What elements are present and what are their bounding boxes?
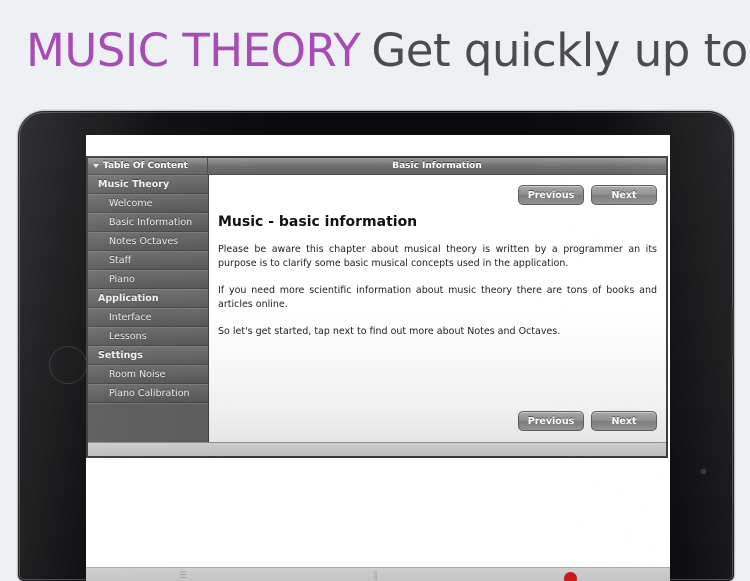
help-titlebar: Table Of Content Basic Information [88, 158, 666, 175]
sidebar-filler [88, 403, 208, 442]
sidebar-item-staff[interactable]: Staff [88, 251, 208, 270]
sidebar-item-piano-calibration[interactable]: Piano Calibration [88, 384, 208, 403]
sidebar-item-notes-octaves[interactable]: Notes Octaves [88, 232, 208, 251]
content-heading: Music - basic information [218, 214, 418, 230]
sidebar-group-music-theory: Music Theory [88, 175, 208, 194]
record-icon[interactable] [563, 572, 577, 581]
content-paragraph-3: So let's get started, tap next to find o… [218, 326, 561, 338]
sidebar-item-piano[interactable]: Piano [88, 270, 208, 289]
promo-banner: MUSIC THEORY Get quickly up to speed! [0, 0, 750, 100]
sidebar-item-interface[interactable]: Interface [88, 308, 208, 327]
previous-button-top[interactable]: Previous [518, 185, 584, 205]
toc-header[interactable]: Table Of Content [88, 158, 208, 174]
help-content-pane: Previous Next Music - basic information … [209, 175, 666, 442]
help-window-footer [88, 442, 666, 456]
sidebar-group-settings: Settings [88, 346, 208, 365]
triangle-down-icon [93, 164, 99, 168]
next-button-bottom[interactable]: Next [591, 411, 657, 431]
sidebar-item-lessons[interactable]: Lessons [88, 327, 208, 346]
help-window: Table Of Content Basic Information Music… [86, 156, 668, 458]
device-screen: Table Of Content Basic Information Music… [86, 135, 670, 581]
promo-title-rest: Get quickly up to speed! [371, 23, 750, 77]
content-paragraph-2: If you need more scientific information … [218, 285, 657, 311]
sidebar-group-application: Application [88, 289, 208, 308]
help-body: Music Theory Welcome Basic Information N… [88, 175, 666, 442]
nav-row-top: Previous Next [218, 175, 657, 205]
previous-button-bottom[interactable]: Previous [518, 411, 584, 431]
ipad-device-frame: Table Of Content Basic Information Music… [18, 111, 734, 581]
page-title: Basic Information [392, 161, 482, 171]
nav-row-bottom: Previous Next [518, 411, 657, 431]
list-icon[interactable]: ☰ [179, 572, 187, 581]
camera-icon [701, 469, 706, 474]
toc-header-label: Table Of Content [103, 161, 188, 171]
content-paragraph-1: Please be aware this chapter about music… [218, 244, 657, 270]
sidebar-item-basic-information[interactable]: Basic Information [88, 213, 208, 232]
app-bottom-toolbar: ☰ ‖ [86, 567, 670, 581]
app-screenshot: MUSIC THEORY Get quickly up to speed! Ta… [0, 0, 750, 581]
promo-title-strong: MUSIC THEORY [26, 23, 361, 77]
sidebar-item-room-noise[interactable]: Room Noise [88, 365, 208, 384]
toc-sidebar: Music Theory Welcome Basic Information N… [88, 175, 209, 442]
side-button[interactable] [731, 309, 734, 357]
home-button[interactable] [49, 346, 87, 384]
next-button-top[interactable]: Next [591, 185, 657, 205]
pause-icon[interactable]: ‖ [373, 572, 378, 581]
sidebar-item-welcome[interactable]: Welcome [88, 194, 208, 213]
